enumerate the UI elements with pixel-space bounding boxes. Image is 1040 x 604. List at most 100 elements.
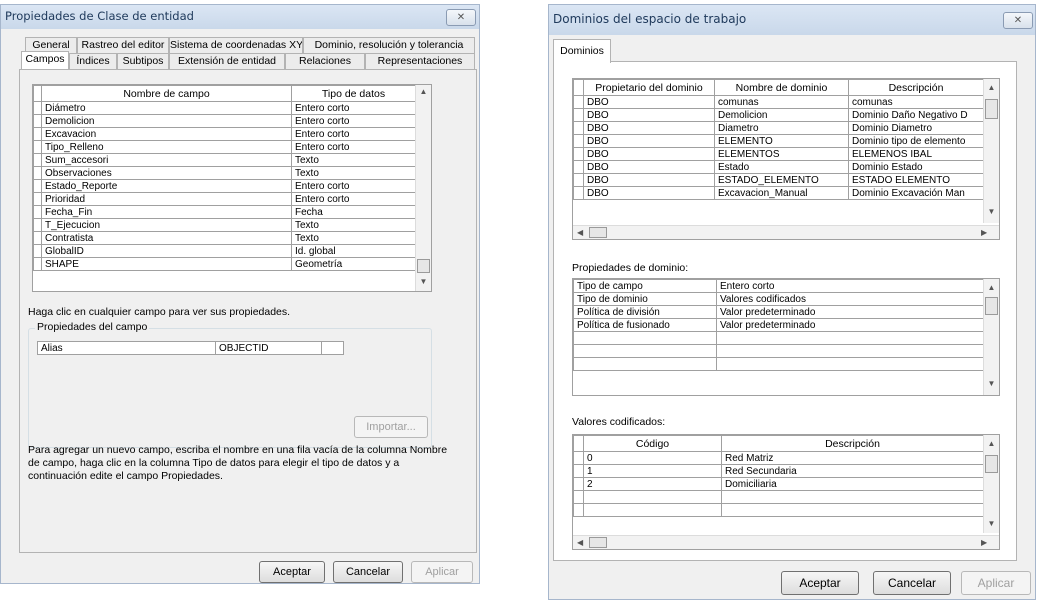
coded-value-row[interactable]: [573, 503, 984, 517]
field-row[interactable]: Tipo_Relleno Entero corto: [33, 140, 416, 154]
domain-row[interactable]: DBO Estado Dominio Estado: [573, 160, 984, 174]
scrollbar-thumb[interactable]: [589, 537, 607, 548]
domain-property-row[interactable]: [573, 344, 984, 358]
table-cell[interactable]: comunas: [714, 95, 849, 109]
field-row[interactable]: Contratista Texto: [33, 231, 416, 245]
table-cell[interactable]: Entero corto: [291, 101, 416, 115]
table-cell[interactable]: Entero corto: [291, 192, 416, 206]
row-header[interactable]: [573, 464, 584, 478]
field-row[interactable]: SHAPE Geometría: [33, 257, 416, 271]
table-cell[interactable]: Texto: [291, 231, 416, 245]
table-cell[interactable]: Fecha_Fin: [41, 205, 292, 219]
tab-representaciones[interactable]: Representaciones: [365, 53, 475, 69]
close-button[interactable]: ✕: [1003, 12, 1033, 29]
domain-property-row[interactable]: [573, 357, 984, 371]
row-header[interactable]: [33, 101, 42, 115]
accept-button[interactable]: Aceptar: [781, 571, 859, 595]
field-row[interactable]: T_Ejecucion Texto: [33, 218, 416, 232]
domain-row[interactable]: DBO ELEMENTOS ELEMENOS IBAL: [573, 147, 984, 161]
row-header[interactable]: [573, 173, 584, 187]
domain-property-row[interactable]: Política de fusionado Valor predeterminad…: [573, 318, 984, 332]
table-cell[interactable]: ELEMENTO: [714, 134, 849, 148]
close-button[interactable]: ✕: [446, 9, 476, 26]
accept-button[interactable]: Aceptar: [259, 561, 325, 583]
row-header[interactable]: [33, 244, 42, 258]
column-header-nombre[interactable]: Nombre de campo: [41, 85, 292, 102]
table-cell[interactable]: Dominio tipo de elemento: [848, 134, 984, 148]
row-header[interactable]: [573, 108, 584, 122]
domain-property-row[interactable]: [573, 331, 984, 345]
table-cell[interactable]: Entero corto: [291, 114, 416, 128]
table-cell[interactable]: DBO: [583, 186, 715, 200]
table-cell[interactable]: Entero corto: [291, 140, 416, 154]
table-cell[interactable]: SHAPE: [41, 257, 292, 271]
scrollbar-thumb[interactable]: [985, 455, 998, 473]
field-row[interactable]: Demolicion Entero corto: [33, 114, 416, 128]
table-cell[interactable]: Diámetro: [41, 101, 292, 115]
field-row[interactable]: Sum_accesori Texto: [33, 153, 416, 167]
table-cell[interactable]: Estado: [714, 160, 849, 174]
table-cell[interactable]: Estado_Reporte: [41, 179, 292, 193]
cancel-button[interactable]: Cancelar: [873, 571, 951, 595]
row-header[interactable]: [33, 153, 42, 167]
row-header[interactable]: [573, 134, 584, 148]
tab-dominio-resolucion[interactable]: Dominio, resolución y tolerancia: [303, 37, 475, 53]
table-cell[interactable]: Alias: [37, 341, 216, 355]
coded-value-row[interactable]: 2 Domiciliaria: [573, 477, 984, 491]
table-cell[interactable]: Domiciliaria: [721, 477, 984, 491]
field-row[interactable]: Observaciones Texto: [33, 166, 416, 180]
domain-row[interactable]: DBO ESTADO_ELEMENTO ESTADO ELEMENTO: [573, 173, 984, 187]
scrollbar-thumb[interactable]: [985, 99, 998, 119]
row-header[interactable]: [33, 205, 42, 219]
table-cell[interactable]: [716, 344, 984, 358]
field-row[interactable]: Estado_Reporte Entero corto: [33, 179, 416, 193]
row-header[interactable]: [573, 477, 584, 491]
table-cell[interactable]: [716, 331, 984, 345]
domain-row[interactable]: DBO Excavacion_Manual Dominio Excavación M…: [573, 186, 984, 200]
table-cell[interactable]: Dominio Excavación Man: [848, 186, 984, 200]
coded-value-row[interactable]: [573, 490, 984, 504]
row-header[interactable]: [573, 121, 584, 135]
domain-row[interactable]: DBO Demolicion Dominio Daño Negativo D: [573, 108, 984, 122]
table-cell[interactable]: [583, 490, 722, 504]
table-cell[interactable]: Id. global: [291, 244, 416, 258]
coded-values-vertical-scrollbar[interactable]: ▲ ▼: [983, 435, 999, 533]
table-cell[interactable]: Texto: [291, 153, 416, 167]
field-row[interactable]: Excavacion Entero corto: [33, 127, 416, 141]
scroll-right-icon[interactable]: ▶: [981, 536, 987, 549]
scroll-up-icon[interactable]: ▲: [984, 439, 999, 448]
row-header[interactable]: [573, 490, 584, 504]
table-cell[interactable]: Entero corto: [291, 179, 416, 193]
row-header[interactable]: [33, 166, 42, 180]
table-cell[interactable]: [721, 503, 984, 517]
table-cell[interactable]: Excavacion: [41, 127, 292, 141]
table-cell[interactable]: Valor predeterminado: [716, 318, 984, 332]
table-cell[interactable]: 1: [583, 464, 722, 478]
field-row[interactable]: GlobalID Id. global: [33, 244, 416, 258]
table-cell[interactable]: Texto: [291, 166, 416, 180]
tab-relaciones[interactable]: Relaciones: [285, 53, 365, 69]
table-cell[interactable]: Tipo_Relleno: [41, 140, 292, 154]
table-cell[interactable]: [716, 357, 984, 371]
tab-subtipos[interactable]: Subtipos: [117, 53, 169, 69]
row-header[interactable]: [573, 451, 584, 465]
tab-campos[interactable]: Campos: [21, 51, 69, 69]
table-cell[interactable]: Entero corto: [291, 127, 416, 141]
table-cell[interactable]: DBO: [583, 160, 715, 174]
table-cell[interactable]: Prioridad: [41, 192, 292, 206]
table-cell[interactable]: [573, 331, 717, 345]
table-cell[interactable]: DBO: [583, 121, 715, 135]
table-cell[interactable]: Dominio Daño Negativo D: [848, 108, 984, 122]
table-cell[interactable]: 2: [583, 477, 722, 491]
table-cell[interactable]: ELEMENOS IBAL: [848, 147, 984, 161]
coded-value-row[interactable]: 1 Red Secundaria: [573, 464, 984, 478]
table-cell[interactable]: DBO: [583, 147, 715, 161]
scrollbar-thumb[interactable]: [985, 297, 998, 315]
row-header[interactable]: [573, 503, 584, 517]
row-header[interactable]: [33, 140, 42, 154]
scroll-down-icon[interactable]: ▼: [416, 277, 431, 286]
table-cell[interactable]: Observaciones: [41, 166, 292, 180]
scroll-up-icon[interactable]: ▲: [984, 283, 999, 292]
table-cell[interactable]: [583, 503, 722, 517]
domains-horizontal-scrollbar[interactable]: ◀ ▶: [573, 225, 999, 239]
